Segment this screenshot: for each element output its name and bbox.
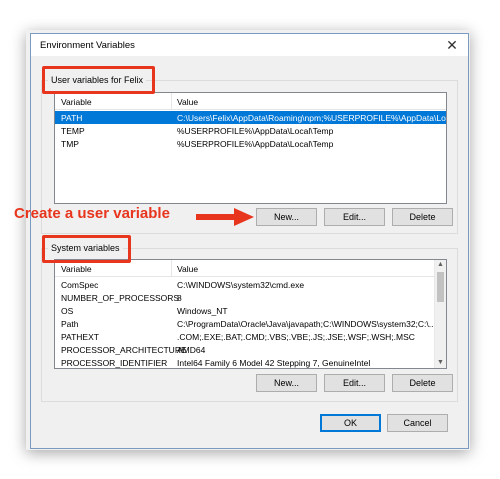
- user-list-header: Variable Value: [55, 93, 446, 110]
- user-variables-callout: [42, 66, 155, 94]
- annotation-arrow-icon: [196, 208, 254, 226]
- cancel-button[interactable]: Cancel: [387, 414, 448, 432]
- column-header-value[interactable]: Value: [177, 97, 198, 107]
- annotation-text: Create a user variable: [14, 205, 170, 222]
- window-title: Environment Variables: [40, 40, 135, 51]
- table-row[interactable]: PATH C:\Users\Felix\AppData\Roaming\npm;…: [55, 111, 446, 124]
- system-edit-button[interactable]: Edit...: [324, 374, 385, 392]
- row-value: .COM;.EXE;.BAT;.CMD;.VBS;.VBE;.JS;.JSE;.…: [177, 332, 415, 342]
- row-variable: PROCESSOR_ARCHITECTURE: [61, 345, 187, 355]
- column-header-variable[interactable]: Variable: [61, 264, 92, 274]
- user-new-button[interactable]: New...: [256, 208, 317, 226]
- close-icon[interactable]: ✕: [440, 36, 464, 54]
- ok-button[interactable]: OK: [320, 414, 381, 432]
- table-row[interactable]: PATHEXT .COM;.EXE;.BAT;.CMD;.VBS;.VBE;.J…: [55, 330, 435, 343]
- table-row[interactable]: OS Windows_NT: [55, 304, 435, 317]
- row-variable: PATHEXT: [61, 332, 99, 342]
- system-delete-button[interactable]: Delete: [392, 374, 453, 392]
- table-row[interactable]: NUMBER_OF_PROCESSORS 8: [55, 291, 435, 304]
- table-row[interactable]: ComSpec C:\WINDOWS\system32\cmd.exe: [55, 278, 435, 291]
- row-variable: NUMBER_OF_PROCESSORS: [61, 293, 180, 303]
- table-row[interactable]: Path C:\ProgramData\Oracle\Java\javapath…: [55, 317, 436, 330]
- system-new-button[interactable]: New...: [256, 374, 317, 392]
- row-variable: Path: [61, 319, 79, 329]
- row-variable: PATH: [61, 113, 83, 123]
- row-variable: PROCESSOR_IDENTIFIER: [61, 358, 168, 368]
- row-value: AMD64: [177, 345, 206, 355]
- row-value: Windows_NT: [177, 306, 228, 316]
- row-value: Intel64 Family 6 Model 42 Stepping 7, Ge…: [177, 358, 371, 368]
- row-value: %USERPROFILE%\AppData\Local\Temp: [177, 126, 334, 136]
- row-value: C:\Users\Felix\AppData\Roaming\npm;%USER…: [177, 113, 447, 123]
- row-variable: TEMP: [61, 126, 85, 136]
- system-variables-list[interactable]: Variable Value ComSpec C:\WINDOWS\system…: [54, 259, 447, 369]
- row-variable: TMP: [61, 139, 79, 149]
- row-value: C:\ProgramData\Oracle\Java\javapath;C:\W…: [177, 319, 436, 329]
- system-variables-group: System variables Variable Value ComSpec …: [41, 243, 458, 402]
- table-row[interactable]: PROCESSOR_IDENTIFIER Intel64 Family 6 Mo…: [55, 356, 435, 368]
- scroll-down-icon[interactable]: ▼: [435, 358, 446, 368]
- system-variables-callout: [42, 235, 131, 263]
- scroll-thumb[interactable]: [437, 272, 444, 302]
- row-variable: OS: [61, 306, 74, 316]
- row-variable: ComSpec: [61, 280, 99, 290]
- user-edit-button[interactable]: Edit...: [324, 208, 385, 226]
- column-header-variable[interactable]: Variable: [61, 97, 92, 107]
- table-row[interactable]: TMP %USERPROFILE%\AppData\Local\Temp: [55, 137, 446, 150]
- system-list-scrollbar[interactable]: ▲ ▼: [434, 260, 446, 368]
- table-row[interactable]: TEMP %USERPROFILE%\AppData\Local\Temp: [55, 124, 446, 137]
- row-value: C:\WINDOWS\system32\cmd.exe: [177, 280, 305, 290]
- scroll-up-icon[interactable]: ▲: [435, 260, 446, 270]
- row-value: 8: [177, 293, 182, 303]
- row-value: %USERPROFILE%\AppData\Local\Temp: [177, 139, 334, 149]
- user-variables-list[interactable]: Variable Value PATH C:\Users\Felix\AppDa…: [54, 92, 447, 204]
- user-delete-button[interactable]: Delete: [392, 208, 453, 226]
- title-bar: Environment Variables ✕: [31, 34, 468, 56]
- table-row[interactable]: PROCESSOR_ARCHITECTURE AMD64: [55, 343, 435, 356]
- column-header-value[interactable]: Value: [177, 264, 198, 274]
